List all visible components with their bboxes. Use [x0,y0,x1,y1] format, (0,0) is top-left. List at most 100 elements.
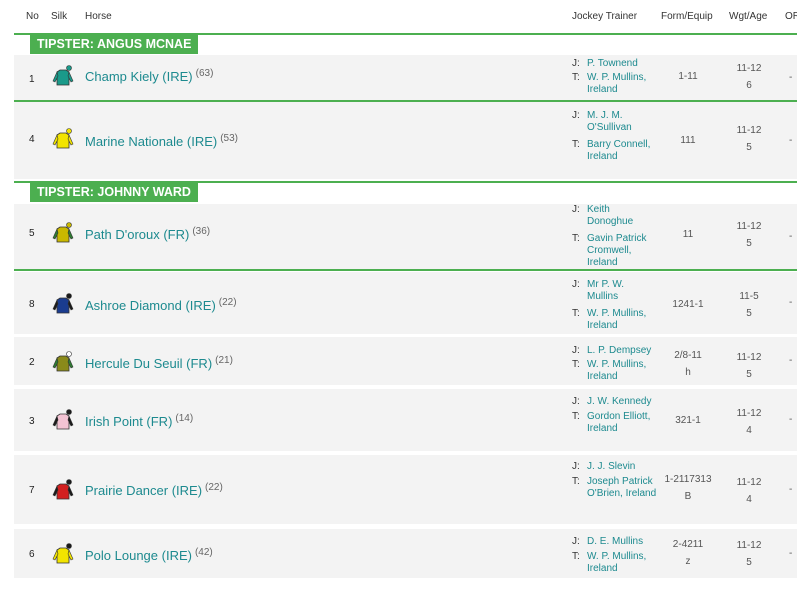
col-silk: Silk [51,11,68,22]
form-figures: 2/8-11 [674,350,702,361]
horse-name-link[interactable]: Hercule Du Seuil (FR) (21) [85,355,233,371]
horse-name[interactable]: Ashroe Diamond (IRE) [85,298,216,313]
trainer-link[interactable]: Gavin Patrick Cromwell, Ireland [587,233,657,269]
jockey-label: J: [572,279,580,290]
col-wgt-age: Wgt/Age [729,11,768,22]
jockey-silk-navy-star-icon [52,293,74,315]
weight: 11-5 [739,291,759,302]
col-or: OR [785,11,797,22]
weight: 11-12 [736,63,762,74]
weight: 11-12 [736,125,762,136]
trainer-link[interactable]: Barry Connell, Ireland [587,139,657,163]
horse-name-link[interactable]: Ashroe Diamond (IRE) (22) [85,297,237,313]
days-since-run: (42) [194,547,213,558]
jockey-silk-pink-black-icon [52,409,74,431]
jockey-link[interactable]: Mr P. W. Mullins [587,279,657,303]
jockey-trainer: J: Mr P. W. Mullins T: W. P. Mullins, Irela… [572,272,662,334]
col-form-equip: Form/Equip [661,11,713,22]
trainer-link[interactable]: W. P. Mullins, Ireland [587,551,657,575]
age: 6 [746,80,752,91]
form-equip: 2-4211 z [664,536,712,570]
horse-name-link[interactable]: Marine Nationale (IRE) (53) [85,133,238,149]
equipment: h [685,367,691,378]
race-entry-row[interactable]: 2 Hercule Du Seuil (FR) (21) J: L. P. Dempse… [14,337,797,385]
form-equip: 1-11 [664,68,712,85]
race-entry-row[interactable]: 1 Champ Kiely (IRE) (63) J: P. Townend T: W. P… [14,55,797,102]
trainer-label: T: [572,476,580,487]
jockey-link[interactable]: M. J. M. O'Sullivan [587,110,657,134]
horse-name-link[interactable]: Path D'oroux (FR) (36) [85,226,210,242]
weight-age: 11-12 4 [727,405,771,439]
official-rating: - [789,414,793,425]
jockey-trainer: J: Keith Donoghue T: Gavin Patrick Cromwell… [572,204,662,269]
runner-number: 5 [29,228,35,239]
race-entry-row[interactable]: 6 Polo Lounge (IRE) (42) J: D. E. Mullins T: W… [14,529,797,578]
runner-number: 3 [29,416,35,427]
form-figures: 111 [680,135,696,146]
runner-number: 4 [29,134,35,145]
age: 5 [746,369,752,380]
form-figures: 1241-1 [672,299,704,310]
jockey-silk-red-black-icon [52,479,74,501]
equipment: B [684,491,692,502]
official-rating: - [789,355,793,366]
form-figures: 1-2117313 [664,474,712,485]
form-figures: 1-11 [678,71,698,82]
trainer-label: T: [572,139,580,150]
tipster-divider: TIPSTER: JOHNNY WARD [14,181,797,202]
form-equip: 321-1 [664,412,712,429]
horse-name[interactable]: Path D'oroux (FR) [85,227,189,242]
race-entry-row[interactable]: 8 Ashroe Diamond (IRE) (22) J: Mr P. W. Mull… [14,272,797,334]
trainer-link[interactable]: Gordon Elliott, Ireland [587,411,657,435]
official-rating: - [789,297,793,308]
jockey-link[interactable]: J. W. Kennedy [587,396,657,408]
horse-name-link[interactable]: Prairie Dancer (IRE) (22) [85,482,223,498]
trainer-link[interactable]: W. P. Mullins, Ireland [587,308,657,332]
jockey-link[interactable]: Keith Donoghue [587,204,657,228]
days-since-run: (53) [220,133,239,144]
race-entry-row[interactable]: 5 Path D'oroux (FR) (36) J: Keith Donoghue T:… [14,204,797,271]
race-entry-row[interactable]: 3 Irish Point (FR) (14) J: J. W. Kennedy T: Go… [14,389,797,451]
jockey-link[interactable]: P. Townend [587,58,657,70]
form-equip: 111 [664,132,712,149]
days-since-run: (22) [205,482,223,493]
form-figures: 11 [682,229,694,240]
horse-name[interactable]: Hercule Du Seuil (FR) [85,356,212,371]
race-entry-row[interactable]: 7 Prairie Dancer (IRE) (22) J: J. J. Slevin T… [14,455,797,524]
horse-name[interactable]: Prairie Dancer (IRE) [85,483,202,498]
jockey-label: J: [572,461,580,472]
horse-name-link[interactable]: Irish Point (FR) (14) [85,413,193,429]
horse-name[interactable]: Champ Kiely (IRE) [85,69,193,84]
jockey-trainer: J: D. E. Mullins T: W. P. Mullins, Ireland [572,529,662,578]
trainer-label: T: [572,411,580,422]
race-entry-row[interactable]: 4 Marine Nationale (IRE) (53) J: M. J. M. O'… [14,102,797,179]
jockey-link[interactable]: J. J. Slevin [587,461,657,473]
jockey-label: J: [572,396,580,407]
col-horse: Horse [85,11,112,22]
weight-age: 11-5 5 [727,288,771,322]
horse-name-link[interactable]: Champ Kiely (IRE) (63) [85,68,213,84]
horse-name[interactable]: Polo Lounge (IRE) [85,548,192,563]
col-no: No [26,11,39,22]
form-figures: 321-1 [675,415,701,426]
weight: 11-12 [736,352,762,363]
runner-number: 8 [29,299,35,310]
jockey-link[interactable]: D. E. Mullins [587,536,657,548]
trainer-link[interactable]: W. P. Mullins, Ireland [587,72,657,96]
weight: 11-12 [736,477,762,488]
horse-name[interactable]: Marine Nationale (IRE) [85,134,217,149]
official-rating: - [789,547,793,559]
official-rating: - [789,71,793,83]
age: 4 [746,494,752,505]
horse-name-link[interactable]: Polo Lounge (IRE) (42) [85,547,213,563]
trainer-link[interactable]: Joseph Patrick O'Brien, Ireland [587,476,657,500]
jockey-trainer: J: J. W. Kennedy T: Gordon Elliott, Ireland [572,389,662,451]
official-rating: - [789,483,793,495]
weight: 11-12 [736,221,762,232]
jockey-link[interactable]: L. P. Dempsey [587,345,657,357]
horse-name[interactable]: Irish Point (FR) [85,414,172,429]
trainer-label: T: [572,72,580,83]
days-since-run: (14) [175,413,194,424]
jockey-silk-green-gold-icon [52,222,74,244]
trainer-link[interactable]: W. P. Mullins, Ireland [587,359,657,383]
